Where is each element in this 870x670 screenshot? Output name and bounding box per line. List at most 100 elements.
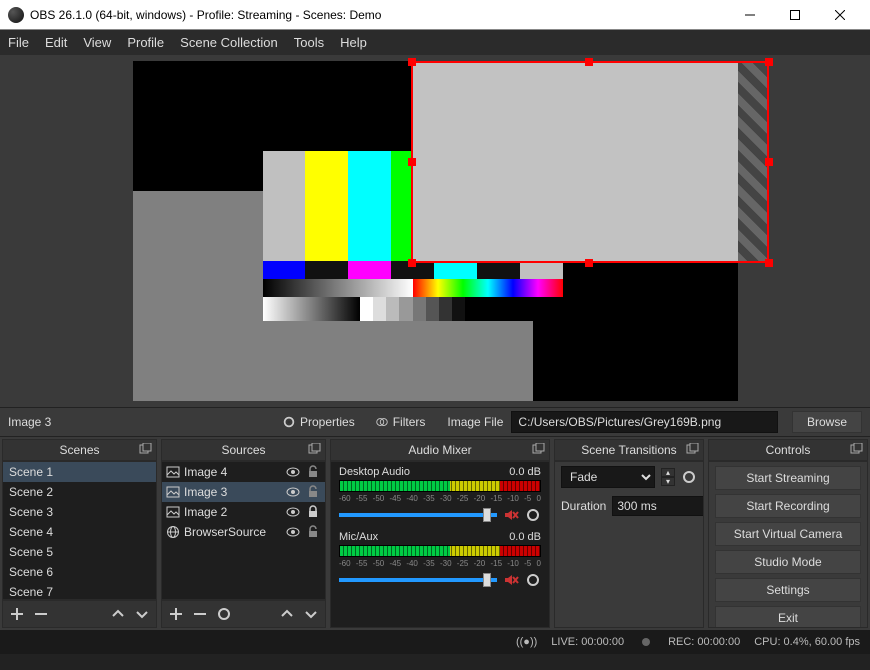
scene-up-icon[interactable] — [110, 606, 126, 622]
control-button[interactable]: Start Recording — [715, 494, 861, 518]
context-bar: Image 3 Properties Filters Image File Br… — [0, 407, 870, 437]
panel-sources: Sources Image 4 Image 3 Image 2 BrowserSour… — [161, 439, 326, 628]
scene-item[interactable]: Scene 1 — [3, 462, 156, 482]
source-item[interactable]: Image 2 — [162, 502, 325, 522]
popout-icon[interactable] — [307, 443, 321, 457]
status-rec: REC: 00:00:00 — [668, 636, 740, 648]
scene-down-icon[interactable] — [134, 606, 150, 622]
popout-icon[interactable] — [531, 443, 545, 457]
image-icon — [166, 485, 180, 499]
selection-handle-sw[interactable] — [408, 259, 416, 267]
properties-button[interactable]: Properties — [276, 412, 361, 432]
source-settings-icon[interactable] — [216, 606, 232, 622]
menu-view[interactable]: View — [83, 35, 111, 50]
panel-scenes-header[interactable]: Scenes — [2, 439, 157, 461]
globe-icon — [166, 525, 180, 539]
duration-input[interactable] — [612, 496, 704, 516]
transition-select[interactable]: Fade — [561, 466, 655, 488]
channel-level: 0.0 dB — [509, 531, 541, 543]
scene-item[interactable]: Scene 5 — [3, 542, 156, 562]
selection-handle-e[interactable] — [765, 158, 773, 166]
menu-tools[interactable]: Tools — [294, 35, 324, 50]
eye-icon[interactable] — [285, 524, 301, 540]
popout-icon[interactable] — [138, 443, 152, 457]
remove-source-icon[interactable] — [192, 606, 208, 622]
scene-item[interactable]: Scene 2 — [3, 482, 156, 502]
mute-icon[interactable] — [503, 572, 519, 588]
image-file-input[interactable] — [511, 411, 778, 433]
browse-button[interactable]: Browse — [792, 411, 862, 433]
channel-gear-icon[interactable] — [525, 572, 541, 588]
volume-slider[interactable] — [339, 513, 497, 517]
control-button[interactable]: Settings — [715, 578, 861, 602]
panel-sources-title: Sources — [221, 443, 265, 457]
menu-profile[interactable]: Profile — [127, 35, 164, 50]
popout-icon[interactable] — [685, 443, 699, 457]
source-name: Image 2 — [184, 505, 281, 519]
scene-item[interactable]: Scene 4 — [3, 522, 156, 542]
control-button[interactable]: Start Virtual Camera — [715, 522, 861, 546]
vu-meter — [339, 545, 541, 557]
source-up-icon[interactable] — [279, 606, 295, 622]
selection-box[interactable] — [411, 61, 769, 263]
mixer-channel: Desktop Audio0.0 dB-60-55-50-45-40-35-30… — [331, 462, 549, 527]
vu-meter — [339, 480, 541, 492]
scene-item[interactable]: Scene 3 — [3, 502, 156, 522]
unlock-icon[interactable] — [305, 464, 321, 480]
selection-handle-s[interactable] — [585, 259, 593, 267]
control-button[interactable]: Studio Mode — [715, 550, 861, 574]
source-item[interactable]: Image 4 — [162, 462, 325, 482]
close-button[interactable] — [817, 0, 862, 30]
rec-dot-icon — [642, 638, 650, 646]
channel-level: 0.0 dB — [509, 466, 541, 478]
maximize-button[interactable] — [772, 0, 817, 30]
remove-scene-icon[interactable] — [33, 606, 49, 622]
volume-slider[interactable] — [339, 578, 497, 582]
menu-scene-collection[interactable]: Scene Collection — [180, 35, 278, 50]
menu-help[interactable]: Help — [340, 35, 367, 50]
add-scene-icon[interactable] — [9, 606, 25, 622]
panel-transitions-title: Scene Transitions — [581, 443, 676, 457]
source-item[interactable]: Image 3 — [162, 482, 325, 502]
selection-handle-w[interactable] — [408, 158, 416, 166]
unlock-icon[interactable] — [305, 484, 321, 500]
transition-gear-icon[interactable] — [681, 469, 697, 485]
preview-canvas[interactable] — [133, 61, 738, 401]
eye-icon[interactable] — [285, 464, 301, 480]
selection-handle-ne[interactable] — [765, 58, 773, 66]
menu-file[interactable]: File — [8, 35, 29, 50]
transition-spin[interactable]: ▴▾ — [661, 468, 675, 486]
popout-icon[interactable] — [849, 443, 863, 457]
unlock-icon[interactable] — [305, 524, 321, 540]
panel-transitions: Scene Transitions Fade ▴▾ Duration ▴▾ — [554, 439, 704, 628]
eye-icon[interactable] — [285, 484, 301, 500]
scenes-list[interactable]: Scene 1Scene 2Scene 3Scene 4Scene 5Scene… — [2, 461, 157, 600]
eye-icon[interactable] — [285, 504, 301, 520]
meter-ticks: -60-55-50-45-40-35-30-25-20-15-10-50 — [339, 494, 541, 503]
panel-sources-header[interactable]: Sources — [161, 439, 326, 461]
panel-mixer-header[interactable]: Audio Mixer — [330, 439, 550, 461]
lock-icon[interactable] — [305, 504, 321, 520]
scenes-toolbar — [2, 600, 157, 628]
mute-icon[interactable] — [503, 507, 519, 523]
selection-handle-nw[interactable] — [408, 58, 416, 66]
selection-handle-n[interactable] — [585, 58, 593, 66]
status-live: LIVE: 00:00:00 — [551, 636, 624, 648]
source-down-icon[interactable] — [303, 606, 319, 622]
control-button[interactable]: Start Streaming — [715, 466, 861, 490]
scene-item[interactable]: Scene 6 — [3, 562, 156, 582]
add-source-icon[interactable] — [168, 606, 184, 622]
sources-list[interactable]: Image 4 Image 3 Image 2 BrowserSource — [161, 461, 326, 600]
panel-controls-header[interactable]: Controls — [708, 439, 868, 461]
minimize-button[interactable] — [727, 0, 772, 30]
source-name: Image 3 — [184, 485, 281, 499]
menu-edit[interactable]: Edit — [45, 35, 67, 50]
scene-item[interactable]: Scene 7 — [3, 582, 156, 600]
channel-gear-icon[interactable] — [525, 507, 541, 523]
panel-transitions-header[interactable]: Scene Transitions — [554, 439, 704, 461]
filters-button[interactable]: Filters — [369, 412, 432, 432]
source-item[interactable]: BrowserSource — [162, 522, 325, 542]
control-button[interactable]: Exit — [715, 606, 861, 628]
selection-handle-se[interactable] — [765, 259, 773, 267]
preview-area[interactable] — [0, 55, 870, 407]
